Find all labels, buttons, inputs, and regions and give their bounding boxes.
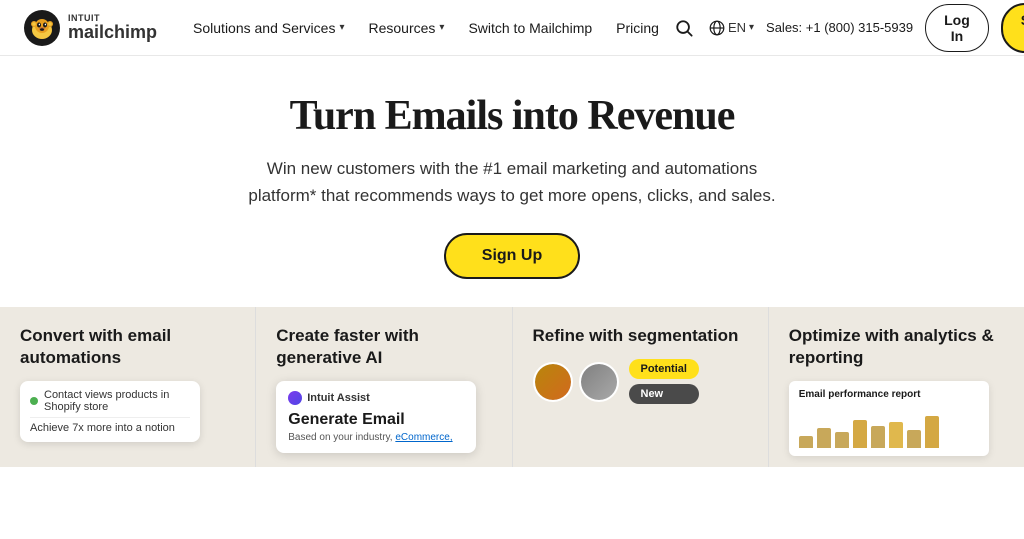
avatar-1 <box>533 362 573 402</box>
nav-solutions[interactable]: Solutions and Services ▾ <box>181 0 356 56</box>
card-4-title: Optimize with analytics & reporting <box>789 325 1004 369</box>
nav-pricing-label: Pricing <box>616 20 659 36</box>
pill-potential: Potential <box>629 359 699 379</box>
bar-1 <box>799 436 813 448</box>
nav-left: INTUIT mailchimp Solutions and Services … <box>24 0 671 56</box>
seg-pills: Potential New <box>629 359 699 404</box>
hero-subtext: Win new customers with the #1 email mark… <box>242 156 782 209</box>
card-1-preview-sub: Achieve 7x more into a notion <box>30 422 190 434</box>
card-segmentation: Refine with segmentation Potential New <box>513 307 769 467</box>
analytics-report-title: Email performance report <box>799 389 979 400</box>
bar-3 <box>835 432 849 448</box>
nav-switch-label: Switch to Mailchimp <box>468 20 592 36</box>
card-1-title: Convert with email automations <box>20 325 235 369</box>
login-button[interactable]: Log In <box>925 4 989 52</box>
card-2-title: Create faster with generative AI <box>276 325 491 369</box>
navigation: INTUIT mailchimp Solutions and Services … <box>0 0 1024 56</box>
ai-badge-icon <box>288 391 302 405</box>
nav-solutions-label: Solutions and Services <box>193 20 335 36</box>
ai-badge-label: Intuit Assist <box>307 392 370 404</box>
logo-text: INTUIT mailchimp <box>68 14 157 41</box>
card-3-preview: Potential New <box>533 359 748 404</box>
search-icon <box>675 19 693 37</box>
ai-card-title: Generate Email <box>288 411 464 429</box>
chevron-down-icon: ▾ <box>339 22 344 33</box>
nav-resources-label: Resources <box>368 20 435 36</box>
avatar-2 <box>579 362 619 402</box>
bar-8 <box>925 416 939 448</box>
logo-icon <box>24 10 60 46</box>
language-selector[interactable]: EN ▾ <box>709 20 754 36</box>
nav-switch[interactable]: Switch to Mailchimp <box>456 0 604 56</box>
feature-cards-row: Convert with email automations Contact v… <box>0 307 1024 467</box>
bar-2 <box>817 428 831 448</box>
bar-7 <box>907 430 921 448</box>
card-1-preview-text: Contact views products in Shopify store <box>44 389 190 413</box>
nav-resources[interactable]: Resources ▾ <box>356 0 456 56</box>
nav-right: EN ▾ Sales: +1 (800) 315-5939 Log In Sig… <box>671 3 1024 53</box>
card-generative-ai: Create faster with generative AI Intuit … <box>256 307 512 467</box>
pill-new: New <box>629 384 699 404</box>
seg-avatars <box>533 362 619 402</box>
globe-icon <box>709 20 725 36</box>
card-analytics: Optimize with analytics & reporting Emai… <box>769 307 1024 467</box>
bar-6 <box>889 422 903 448</box>
hero-signup-button[interactable]: Sign Up <box>444 233 580 279</box>
nav-pricing[interactable]: Pricing <box>604 0 671 56</box>
ai-link[interactable]: eCommerce, <box>395 432 452 443</box>
analytics-bars <box>799 408 979 448</box>
chevron-down-icon: ▾ <box>749 22 754 33</box>
logo-mailchimp-label: mailchimp <box>68 23 157 41</box>
search-button[interactable] <box>671 15 697 41</box>
bar-5 <box>871 426 885 448</box>
lang-label: EN <box>728 20 746 35</box>
card-email-automations: Convert with email automations Contact v… <box>0 307 256 467</box>
chevron-down-icon: ▾ <box>439 22 444 33</box>
status-dot <box>30 397 38 405</box>
card-1-preview: Contact views products in Shopify store … <box>20 381 200 442</box>
card-4-preview: Email performance report <box>789 381 989 456</box>
signup-button-nav[interactable]: Sign Up <box>1001 3 1024 53</box>
ai-card-sub: Based on your industry, eCommerce, <box>288 432 464 443</box>
card-2-preview: Intuit Assist Generate Email Based on yo… <box>276 381 476 453</box>
ai-badge: Intuit Assist <box>288 391 464 405</box>
hero-headline: Turn Emails into Revenue <box>290 92 735 140</box>
hero-section: Turn Emails into Revenue Win new custome… <box>0 56 1024 307</box>
card-3-title: Refine with segmentation <box>533 325 748 347</box>
bar-4 <box>853 420 867 448</box>
sales-phone: Sales: +1 (800) 315-5939 <box>766 20 913 35</box>
logo[interactable]: INTUIT mailchimp <box>24 10 157 46</box>
